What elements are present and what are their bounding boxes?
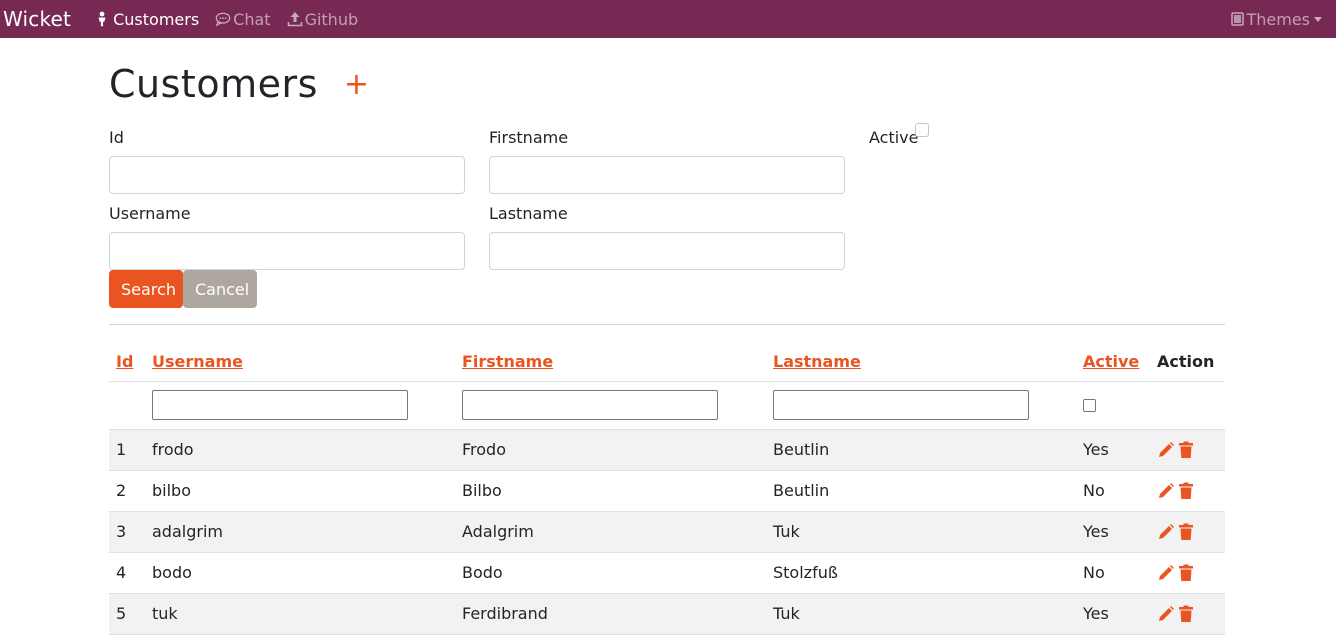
cell-lastname: Tuk <box>773 511 1083 553</box>
table-row: 3 adalgrim Adalgrim Tuk Yes <box>109 511 1225 553</box>
edit-icon[interactable] <box>1157 441 1175 459</box>
cell-active: No <box>1083 470 1157 512</box>
themes-label: Themes <box>1246 9 1310 29</box>
main-container: Customers + Id Firstname Active Username… <box>109 38 1225 635</box>
header-id[interactable]: Id <box>109 343 152 382</box>
nav-customers[interactable]: Customers <box>95 10 199 29</box>
username-label: Username <box>109 204 191 223</box>
cell-firstname: Bilbo <box>462 470 773 512</box>
person-icon <box>95 11 111 27</box>
header-username[interactable]: Username <box>152 343 462 382</box>
cell-firstname: Adalgrim <box>462 511 773 553</box>
cell-id: 5 <box>109 593 152 635</box>
cell-firstname: Ferdibrand <box>462 593 773 635</box>
nav-github-label: Github <box>304 9 359 29</box>
cell-firstname: Bodo <box>462 552 773 594</box>
chevron-down-icon <box>1314 16 1322 22</box>
firstname-input[interactable] <box>489 156 845 194</box>
lastname-input[interactable] <box>489 232 845 270</box>
trash-icon[interactable] <box>1178 605 1194 623</box>
cell-active: Yes <box>1083 511 1157 553</box>
id-input[interactable] <box>109 156 465 194</box>
cell-active: Yes <box>1083 429 1157 471</box>
lastname-filter-input[interactable] <box>773 390 1029 420</box>
header-firstname[interactable]: Firstname <box>462 343 773 382</box>
header-active[interactable]: Active <box>1083 343 1157 382</box>
cell-username: tuk <box>152 593 462 635</box>
cell-username: frodo <box>152 429 462 471</box>
active-checkbox[interactable] <box>915 123 929 137</box>
trash-icon[interactable] <box>1178 482 1194 500</box>
active-filter-checkbox[interactable] <box>1083 398 1096 412</box>
trash-icon[interactable] <box>1178 441 1194 459</box>
cell-lastname: Beutlin <box>773 429 1083 471</box>
table-row: 1 frodo Frodo Beutlin Yes <box>109 429 1225 471</box>
brand-logo[interactable]: Wicket <box>3 7 71 31</box>
edit-icon[interactable] <box>1157 482 1175 500</box>
cell-lastname: Stolzfuß <box>773 552 1083 594</box>
username-filter-input[interactable] <box>152 390 408 420</box>
sort-id-link[interactable]: Id <box>116 352 133 371</box>
cell-active: Yes <box>1083 593 1157 635</box>
page-header: Customers + <box>109 38 1225 130</box>
nav-customers-label: Customers <box>113 9 200 29</box>
header-action: Action <box>1157 343 1225 382</box>
cell-id: 2 <box>109 470 152 512</box>
cell-id: 3 <box>109 511 152 553</box>
cell-lastname: Beutlin <box>773 470 1083 512</box>
trash-icon[interactable] <box>1178 523 1194 541</box>
active-label: Active <box>869 128 919 147</box>
cell-username: adalgrim <box>152 511 462 553</box>
sort-firstname-link[interactable]: Firstname <box>462 352 553 371</box>
sort-active-link[interactable]: Active <box>1083 352 1139 371</box>
themes-dropdown[interactable]: Themes <box>1231 0 1322 38</box>
sort-username-link[interactable]: Username <box>152 352 243 371</box>
table-row: 2 bilbo Bilbo Beutlin No <box>109 470 1225 512</box>
trash-icon[interactable] <box>1178 564 1194 582</box>
firstname-label: Firstname <box>489 128 569 147</box>
page-title: Customers <box>109 62 318 106</box>
cell-active: No <box>1083 552 1157 594</box>
table-row: 5 tuk Ferdibrand Tuk Yes <box>109 593 1225 635</box>
header-lastname[interactable]: Lastname <box>773 343 1083 382</box>
cell-lastname: Tuk <box>773 593 1083 635</box>
book-icon <box>1231 12 1245 26</box>
cell-username: bilbo <box>152 470 462 512</box>
lastname-label: Lastname <box>489 204 568 223</box>
nav-github[interactable]: Github <box>287 9 359 29</box>
cell-id: 4 <box>109 552 152 594</box>
divider <box>109 324 1225 325</box>
cell-firstname: Frodo <box>462 429 773 471</box>
cancel-button[interactable]: Cancel <box>183 270 257 308</box>
nav-chat[interactable]: Chat <box>215 9 271 29</box>
upload-icon <box>287 11 303 27</box>
customers-table: Id Username Firstname Lastname Active Ac… <box>109 343 1225 635</box>
edit-icon[interactable] <box>1157 523 1175 541</box>
firstname-filter-input[interactable] <box>462 390 718 420</box>
add-customer-button[interactable]: + <box>344 70 369 100</box>
edit-icon[interactable] <box>1157 605 1175 623</box>
chat-icon <box>215 11 231 27</box>
table-row: 4 bodo Bodo Stolzfuß No <box>109 552 1225 594</box>
username-input[interactable] <box>109 232 465 270</box>
search-button[interactable]: Search <box>109 270 183 308</box>
cell-id: 1 <box>109 429 152 471</box>
cell-username: bodo <box>152 552 462 594</box>
sort-lastname-link[interactable]: Lastname <box>773 352 861 371</box>
nav-chat-label: Chat <box>233 9 271 29</box>
top-navbar: Wicket Customers Chat Github Themes <box>0 0 1336 38</box>
filter-row <box>109 381 1225 430</box>
table-header-row: Id Username Firstname Lastname Active Ac… <box>109 343 1225 382</box>
id-label: Id <box>109 128 124 147</box>
edit-icon[interactable] <box>1157 564 1175 582</box>
